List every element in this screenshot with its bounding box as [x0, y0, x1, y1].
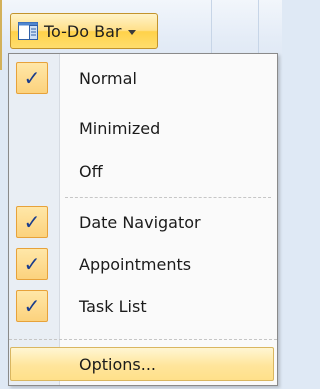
todo-bar-icon	[18, 22, 38, 40]
menu-item-options[interactable]: Options...	[10, 347, 274, 381]
menu-item-appointments[interactable]: ✓ Appointments	[9, 245, 277, 283]
menu-item-date-navigator[interactable]: ✓ Date Navigator	[9, 203, 277, 241]
menu-item-label: Task List	[79, 296, 147, 316]
menu-item-label: Off	[79, 161, 103, 181]
menu-item-label: Minimized	[79, 118, 161, 138]
menu-item-off[interactable]: Off	[9, 152, 277, 190]
chevron-down-icon	[128, 29, 137, 35]
checkmark-icon: ✓	[16, 206, 48, 238]
menu-separator	[65, 197, 271, 198]
menu-item-label: Appointments	[79, 254, 192, 274]
todo-bar-menu: ✓ Normal Minimized Off ✓ Date Navigator …	[8, 53, 278, 386]
checkmark-icon: ✓	[16, 62, 48, 94]
todo-bar-button-label: To-Do Bar	[44, 21, 122, 41]
checkmark-icon: ✓	[16, 290, 48, 322]
menu-item-task-list[interactable]: ✓ Task List	[9, 287, 277, 325]
menu-separator	[9, 339, 277, 340]
menu-item-label: Date Navigator	[79, 212, 201, 232]
checkmark-icon: ✓	[16, 248, 48, 280]
ribbon-edge	[0, 0, 2, 70]
menu-item-normal[interactable]: ✓ Normal	[9, 59, 277, 97]
menu-item-minimized[interactable]: Minimized	[9, 109, 277, 147]
menu-item-label: Normal	[79, 68, 137, 88]
todo-bar-button[interactable]: To-Do Bar	[10, 13, 158, 49]
menu-item-label: Options...	[79, 355, 156, 374]
